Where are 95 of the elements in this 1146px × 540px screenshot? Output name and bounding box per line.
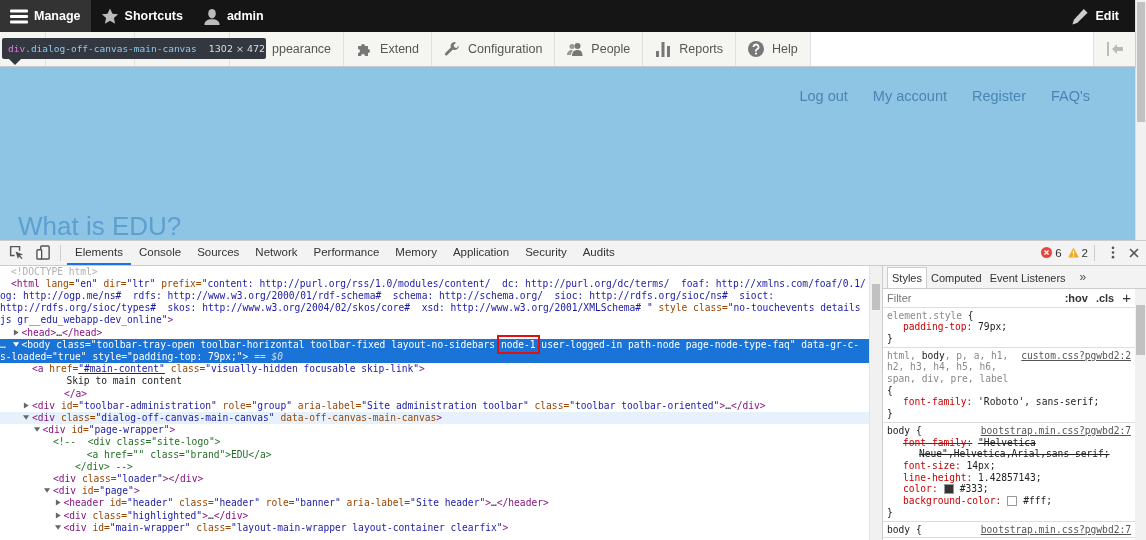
dom-node[interactable]: <html lang="en" dir="ltr" prefix="content: http://purl.org/rss/1.0/modules/content/ dc: http://purl.org/dc/terms/ foaf: http://xmlns.com/foaf/0.1/ og: http://ogp.me/ns# rdfs: http://www.w3.org/2000/01/rdf-schema# schema: http://schema.org/ sioc: http://rdfs.org/sioc/ns# sioct: http://rdfs.org/sioc/types# skos: http://www.w3.org/2004/02/skos/core# xsd: http://www.w3.org/2001/XMLSchema# " style class="no-touchevents details js gr__edu_webapp-dev_online"> bbox=[0, 277, 869, 327]
caret-right-icon[interactable] bbox=[54, 511, 62, 519]
tray-tab[interactable]: Help bbox=[736, 32, 811, 66]
css-selector: body { bbox=[887, 424, 923, 437]
warning-count: 2 bbox=[1081, 246, 1088, 259]
tooltip-class: .dialog-off-canvas-main-canvas bbox=[25, 43, 197, 54]
devtools-tab[interactable]: Console bbox=[130, 240, 190, 265]
node-text[interactable]: Skip to main content bbox=[0, 375, 869, 388]
devtools-tab[interactable]: Elements bbox=[67, 240, 131, 265]
elements-scrollbar[interactable] bbox=[869, 265, 882, 540]
dom-node[interactable]: <div class="highlighted">…</div> bbox=[0, 509, 869, 522]
css-declaration[interactable]: color: #333; bbox=[887, 483, 1131, 496]
css-declaration[interactable]: padding-top: 79px; bbox=[903, 321, 1131, 333]
styles-tab[interactable]: Event Listeners bbox=[985, 267, 1070, 288]
star-icon bbox=[100, 7, 119, 25]
closing-brace: } bbox=[887, 506, 894, 519]
dom-node[interactable]: <div id="toolbar-administration" role="group" aria-label="Site administration toolbar" class="toolbar toolbar-oriented">…</div> bbox=[0, 399, 869, 412]
css-value: #fff; bbox=[1023, 495, 1053, 507]
devtools-tab[interactable]: Network bbox=[247, 240, 306, 265]
css-selector: body { bbox=[887, 523, 923, 536]
caret-down-icon[interactable] bbox=[54, 523, 62, 531]
caret-down-icon[interactable] bbox=[12, 340, 20, 348]
dom-node[interactable]: <a href="#main-content" class="visually-hidden focusable skip-link"> bbox=[0, 363, 869, 376]
caret-right-icon[interactable] bbox=[54, 499, 62, 507]
tray-tab[interactable]: People bbox=[555, 32, 644, 66]
color-swatch[interactable] bbox=[943, 484, 954, 495]
css-property: background-color: bbox=[903, 495, 1002, 507]
dom-node[interactable]: <head>…</head> bbox=[0, 326, 869, 339]
people-icon bbox=[567, 41, 584, 57]
stylesheet-link[interactable]: bootstrap.min.css?pgwbd2:7 bbox=[980, 424, 1131, 437]
color-swatch[interactable] bbox=[1007, 495, 1018, 506]
pencil-icon bbox=[1071, 7, 1090, 25]
tray-tab[interactable]: Configuration bbox=[432, 32, 556, 66]
puzzle-icon bbox=[356, 41, 373, 57]
menu-icon bbox=[10, 7, 28, 25]
css-declaration[interactable]: line-height: 1.42857143; bbox=[903, 471, 1131, 484]
closing-brace: } bbox=[887, 332, 894, 345]
inspect-icon[interactable] bbox=[9, 245, 24, 261]
css-value: #333; bbox=[959, 483, 989, 496]
caret-right-icon[interactable] bbox=[23, 401, 30, 409]
page-scrollbar[interactable] bbox=[1135, 0, 1146, 240]
devtools-tab[interactable]: Performance bbox=[305, 240, 388, 265]
more-options-icon[interactable] bbox=[1111, 246, 1115, 260]
caret-down-icon[interactable] bbox=[23, 414, 30, 421]
tray-tab[interactable]: Extend bbox=[344, 32, 432, 66]
ellipsis-menu[interactable]: … bbox=[0, 338, 6, 351]
toolbar-tab[interactable]: admin bbox=[192, 0, 274, 32]
styles-scrollbar[interactable] bbox=[1135, 288, 1146, 540]
edit-button[interactable]: Edit bbox=[1061, 0, 1135, 32]
css-selector: html, body, p, a, h1, h2, h3, h4, h5, h6, span, div, pre, label { bbox=[887, 349, 1010, 397]
warning-icon bbox=[1067, 247, 1079, 259]
dom-node[interactable]: <div id="main-wrapper" class="layout-main-wrapper layout-container clearfix"> bbox=[0, 521, 869, 535]
stylesheet-link[interactable]: custom.css?pgwbd2:2 bbox=[1021, 349, 1131, 362]
tray-tab[interactable]: Reports bbox=[643, 32, 737, 66]
css-property: color: bbox=[903, 483, 938, 496]
devtools-tab[interactable]: Security bbox=[517, 240, 575, 265]
dom-node[interactable]: <div class="dialog-off-canvas-main-canvas" data-off-canvas-main-canvas> bbox=[0, 412, 869, 425]
css-declaration[interactable]: background-color: #fff; bbox=[887, 495, 1131, 507]
dom-node[interactable]: <header id="header" class="header" role="banner" aria-label="Site header">…</header> bbox=[0, 497, 869, 510]
more-tabs-button[interactable]: » bbox=[1069, 265, 1097, 288]
css-selector: element.style { bbox=[887, 309, 975, 322]
user-icon bbox=[202, 7, 221, 25]
css-declaration[interactable]: font-family: "Helvetica Neue",Helvetica,Arial,sans-serif; bbox=[903, 436, 1131, 460]
new-rule-button[interactable]: + bbox=[1122, 289, 1131, 307]
error-count: 6 bbox=[1055, 246, 1062, 259]
html-comment[interactable]: <!-- <div class="site-logo"> <a href="" class="brand">EDU</a> </div> --> bbox=[0, 436, 869, 473]
collapse-icon bbox=[1106, 42, 1123, 56]
error-icon bbox=[1041, 247, 1053, 259]
device-icon[interactable] bbox=[36, 245, 51, 261]
close-icon[interactable] bbox=[1129, 247, 1139, 258]
css-declaration[interactable]: font-family: 'Roboto', sans-serif; bbox=[903, 396, 1131, 409]
dom-node[interactable]: … <body class="toolbar-tray-open toolbar-horizontal toolbar-fixed layout-no-sidebars node-1 user-logged-in path-node page-node-type-faq" data-gr-c-s-loaded="true" style="padding-top: 79px;"> == $0 bbox=[0, 338, 869, 364]
devtools-tab[interactable]: Sources bbox=[189, 240, 248, 265]
class-toggle-button[interactable]: .cls bbox=[1095, 291, 1115, 304]
toolbar-tab[interactable]: Shortcuts bbox=[90, 0, 193, 32]
devtools-tab[interactable]: Application bbox=[444, 240, 518, 265]
caret-down-icon[interactable] bbox=[44, 487, 51, 495]
closing-brace: } bbox=[887, 408, 894, 420]
devtools-tab[interactable]: Memory bbox=[387, 240, 445, 265]
tooltip-tag: div bbox=[8, 43, 26, 54]
toolbar-tab[interactable]: Manage bbox=[0, 0, 91, 32]
dom-node[interactable]: <div class="loader"></div> bbox=[0, 473, 869, 486]
bar-chart-icon bbox=[655, 41, 672, 57]
dom-node[interactable]: <div id="page-wrapper"> bbox=[0, 424, 869, 437]
help-icon bbox=[748, 41, 765, 57]
wrench-icon bbox=[444, 41, 460, 57]
styles-tab[interactable]: Computed bbox=[926, 267, 986, 288]
closing-tag[interactable]: </a> bbox=[0, 387, 869, 400]
dom-node[interactable]: <div id="page"> bbox=[0, 485, 869, 498]
css-declaration[interactable]: font-size: 14px; bbox=[903, 460, 1131, 472]
styles-tab[interactable]: Styles bbox=[887, 266, 927, 288]
hover-state-button[interactable]: :hov bbox=[1064, 291, 1088, 304]
caret-right-icon[interactable] bbox=[12, 328, 20, 336]
devtools-tab[interactable]: Audits bbox=[574, 240, 623, 265]
stylesheet-link[interactable]: bootstrap.min.css?pgwbd2:7 bbox=[980, 523, 1131, 536]
